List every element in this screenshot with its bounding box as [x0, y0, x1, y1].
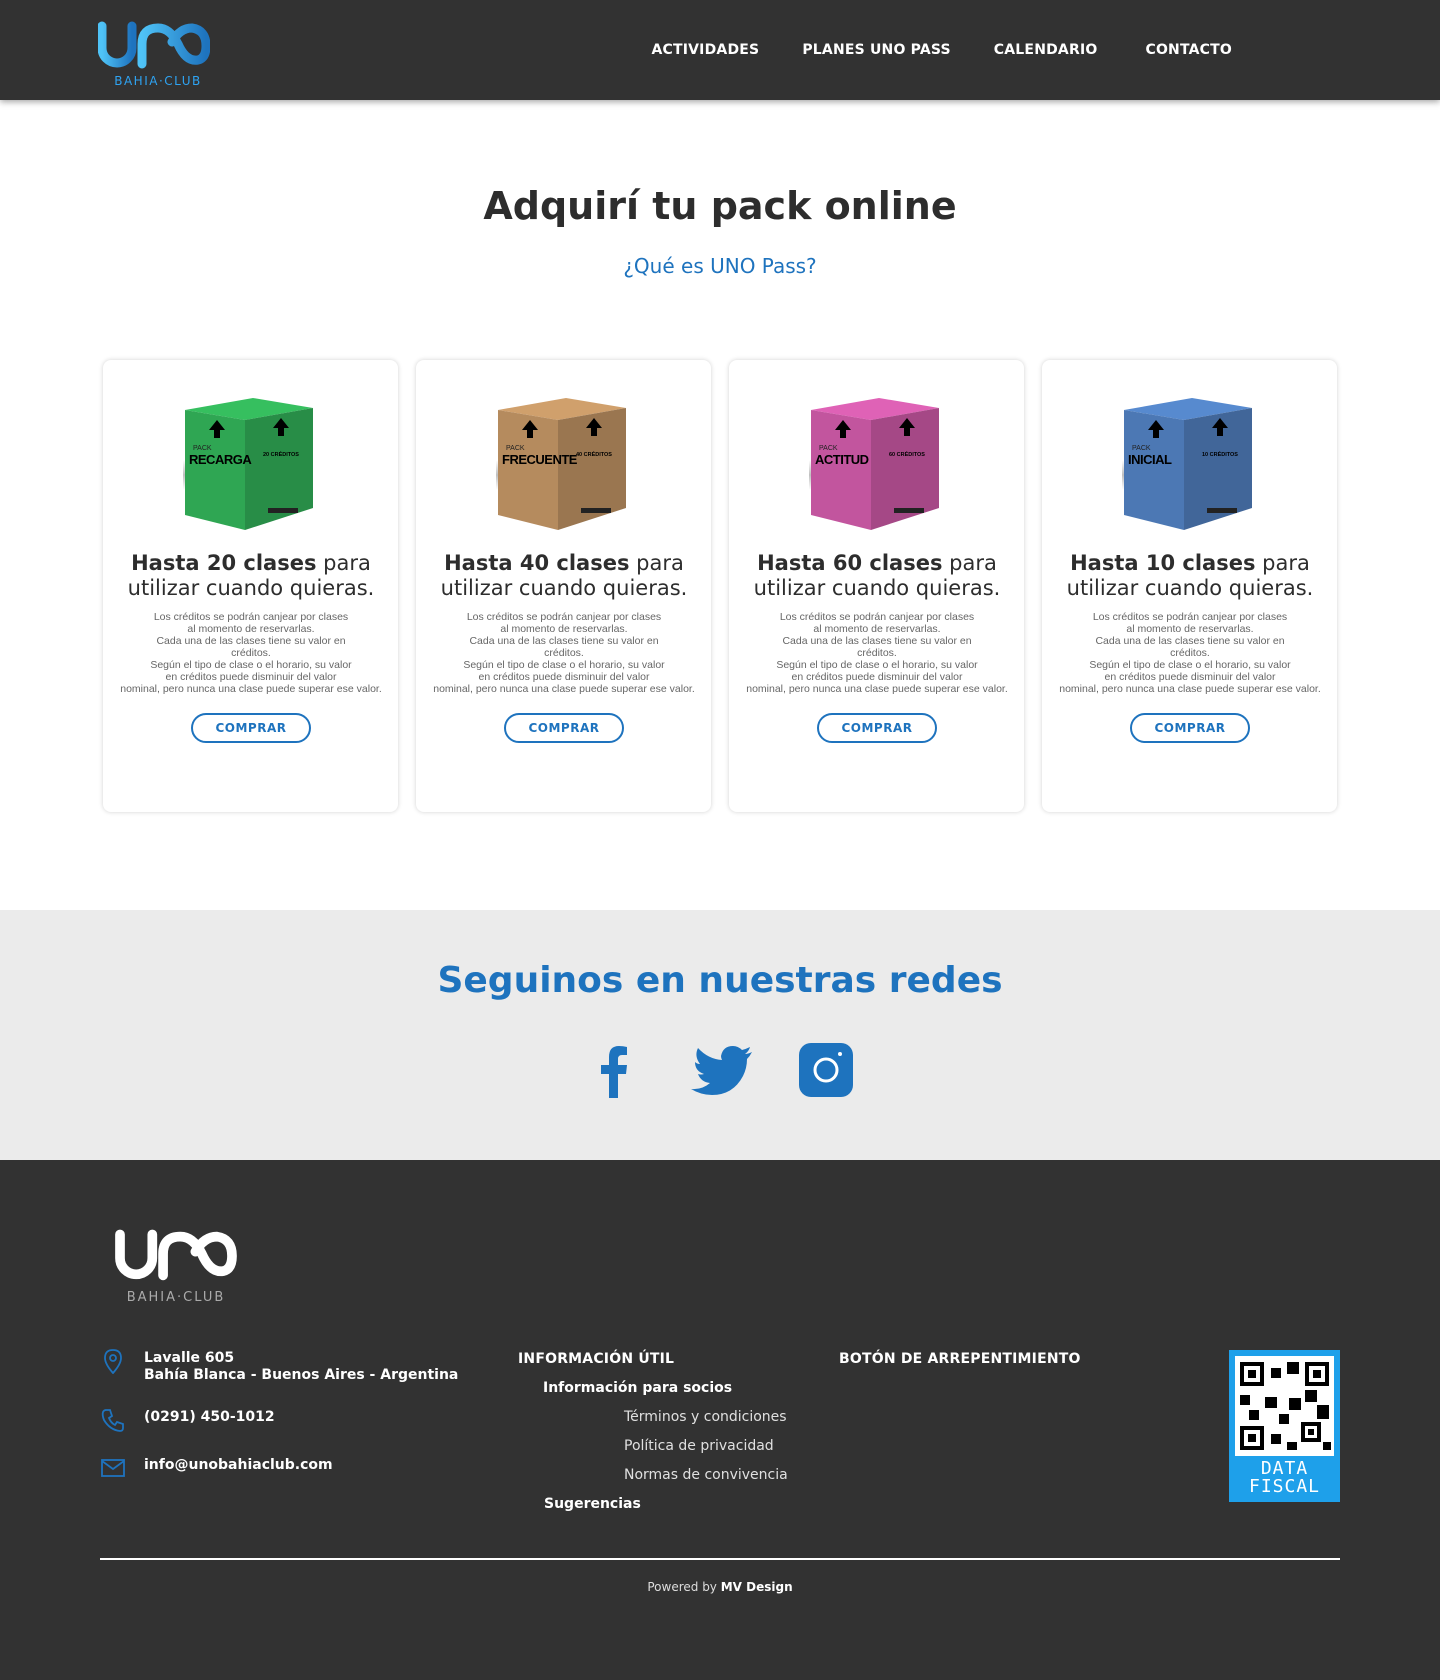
pack-title-bold: Hasta 60 clases — [757, 551, 943, 575]
footer-divider — [100, 1558, 1340, 1560]
email: info@unobahiaclub.com — [100, 1457, 333, 1481]
instagram-icon[interactable] — [797, 1040, 855, 1100]
box-pack-name: INICIAL — [1128, 452, 1172, 467]
uno-logo-mark — [97, 21, 211, 69]
footer-logo-subtitle: BAHIA·CLUB — [126, 1290, 226, 1305]
powered-prefix: Powered by — [647, 1580, 721, 1594]
pack-title: Hasta 60 clases para utilizar cuando qui… — [729, 551, 1025, 601]
pack-box-image: PACK ACTITUD 60 CRÉDITOS — [811, 398, 939, 530]
pack-title-bold: Hasta 40 clases — [444, 551, 630, 575]
site-footer: BAHIA·CLUB Lavalle 605 Bahía Blanca - Bu… — [0, 1160, 1440, 1680]
powered-by: Powered by MV Design — [0, 1580, 1440, 1594]
what-is-uno-pass-link[interactable]: ¿Qué es UNO Pass? — [0, 254, 1440, 278]
comprar-button[interactable]: COMPRAR — [1130, 713, 1250, 743]
nav-contacto[interactable]: CONTACTO — [1145, 42, 1232, 58]
privacy-link[interactable]: Política de privacidad — [624, 1438, 774, 1454]
box-pack-label: PACK — [506, 445, 525, 452]
pack-description: Los créditos se podrán canjear por clase… — [120, 611, 382, 695]
comprar-button[interactable]: COMPRAR — [817, 713, 937, 743]
nav-actividades[interactable]: ACTIVIDADES — [651, 42, 759, 58]
main-nav: ACTIVIDADES PLANES UNO PASS CALENDARIO C… — [608, 0, 1232, 100]
phone-icon — [101, 1409, 124, 1432]
pack-card: PACK INICIAL 10 CRÉDITOS Hasta 10 clases… — [1042, 360, 1337, 812]
comprar-button[interactable]: COMPRAR — [504, 713, 624, 743]
mail-icon — [101, 1459, 125, 1477]
box-pack-name: RECARGA — [189, 452, 252, 467]
norms-link[interactable]: Normas de convivencia — [624, 1467, 788, 1483]
uno-logo[interactable]: BAHIA·CLUB — [97, 20, 211, 92]
phone: (0291) 450-1012 — [100, 1409, 275, 1433]
pack-box-image: PACK INICIAL 10 CRÉDITOS — [1124, 398, 1252, 530]
twitter-icon[interactable] — [690, 1040, 754, 1100]
box-pack-label: PACK — [1132, 445, 1151, 452]
suggestions-link[interactable]: Sugerencias — [544, 1496, 641, 1512]
email-address[interactable]: info@unobahiaclub.com — [144, 1457, 333, 1474]
arrepentimiento-link[interactable]: BOTÓN DE ARREPENTIMIENTO — [839, 1351, 1081, 1367]
site-header: BAHIA·CLUB ACTIVIDADES PLANES UNO PASS C… — [0, 0, 1440, 100]
pack-cards: PACK RECARGA 20 CRÉDITOS Hasta 20 clases… — [103, 360, 1337, 812]
footer-logo-mark — [115, 1229, 237, 1281]
social-section: Seguinos en nuestras redes — [0, 910, 1440, 1160]
footer-uno-logo[interactable]: BAHIA·CLUB — [114, 1228, 238, 1308]
page-title: Adquirí tu pack online — [483, 184, 957, 228]
box-pack-label: PACK — [193, 445, 212, 452]
pack-card: PACK FRECUENTE 40 CRÉDITOS Hasta 40 clas… — [416, 360, 711, 812]
pack-title-bold: Hasta 10 clases — [1070, 551, 1256, 575]
pack-description: Los créditos se podrán canjear por clase… — [433, 611, 695, 695]
pack-description: Los créditos se podrán canjear por clase… — [746, 611, 1008, 695]
nav-calendario[interactable]: CALENDARIO — [994, 42, 1098, 58]
box-pack-name: ACTITUD — [815, 452, 869, 467]
address-line-2: Bahía Blanca - Buenos Aires - Argentina — [144, 1367, 459, 1383]
box-pack-name: FRECUENTE — [502, 452, 578, 467]
powered-brand-link[interactable]: MV Design — [721, 1580, 793, 1594]
logo-subtitle: BAHIA·CLUB — [114, 74, 202, 88]
pack-title: Hasta 10 clases para utilizar cuando qui… — [1042, 551, 1338, 601]
pack-title-bold: Hasta 20 clases — [131, 551, 317, 575]
data-fiscal-line-2: FISCAL — [1248, 1476, 1321, 1497]
info-util-title: INFORMACIÓN ÚTIL — [518, 1351, 675, 1367]
comprar-button[interactable]: COMPRAR — [191, 713, 311, 743]
pack-title: Hasta 20 clases para utilizar cuando qui… — [103, 551, 399, 601]
pack-box-image: PACK RECARGA 20 CRÉDITOS — [185, 398, 313, 530]
terms-link[interactable]: Términos y condiciones — [624, 1409, 787, 1425]
location-pin-icon — [104, 1349, 122, 1374]
pack-box-image: PACK FRECUENTE 40 CRÉDITOS — [498, 398, 626, 530]
address-line-1: Lavalle 605 — [144, 1350, 235, 1366]
pack-description: Los créditos se podrán canjear por clase… — [1059, 611, 1321, 695]
phone-number[interactable]: (0291) 450-1012 — [144, 1409, 275, 1426]
box-pack-label: PACK — [819, 445, 838, 452]
address: Lavalle 605 Bahía Blanca - Buenos Aires … — [100, 1349, 459, 1384]
nav-planes-uno-pass[interactable]: PLANES UNO PASS — [802, 42, 950, 58]
social-title: Seguinos en nuestras redes — [437, 960, 1003, 1001]
info-socios-link[interactable]: Información para socios — [543, 1380, 732, 1396]
box-credits-text: 10 CRÉDITOS — [1202, 450, 1238, 458]
box-credits-text: 60 CRÉDITOS — [889, 450, 925, 458]
pack-card: PACK RECARGA 20 CRÉDITOS Hasta 20 clases… — [103, 360, 398, 812]
facebook-icon[interactable] — [585, 1040, 645, 1100]
data-fiscal-badge[interactable]: DATA FISCAL — [1229, 1350, 1340, 1502]
box-credits-text: 40 CRÉDITOS — [576, 450, 612, 458]
pack-title: Hasta 40 clases para utilizar cuando qui… — [416, 551, 712, 601]
box-credits-text: 20 CRÉDITOS — [263, 450, 299, 458]
pack-card: PACK ACTITUD 60 CRÉDITOS Hasta 60 clases… — [729, 360, 1024, 812]
